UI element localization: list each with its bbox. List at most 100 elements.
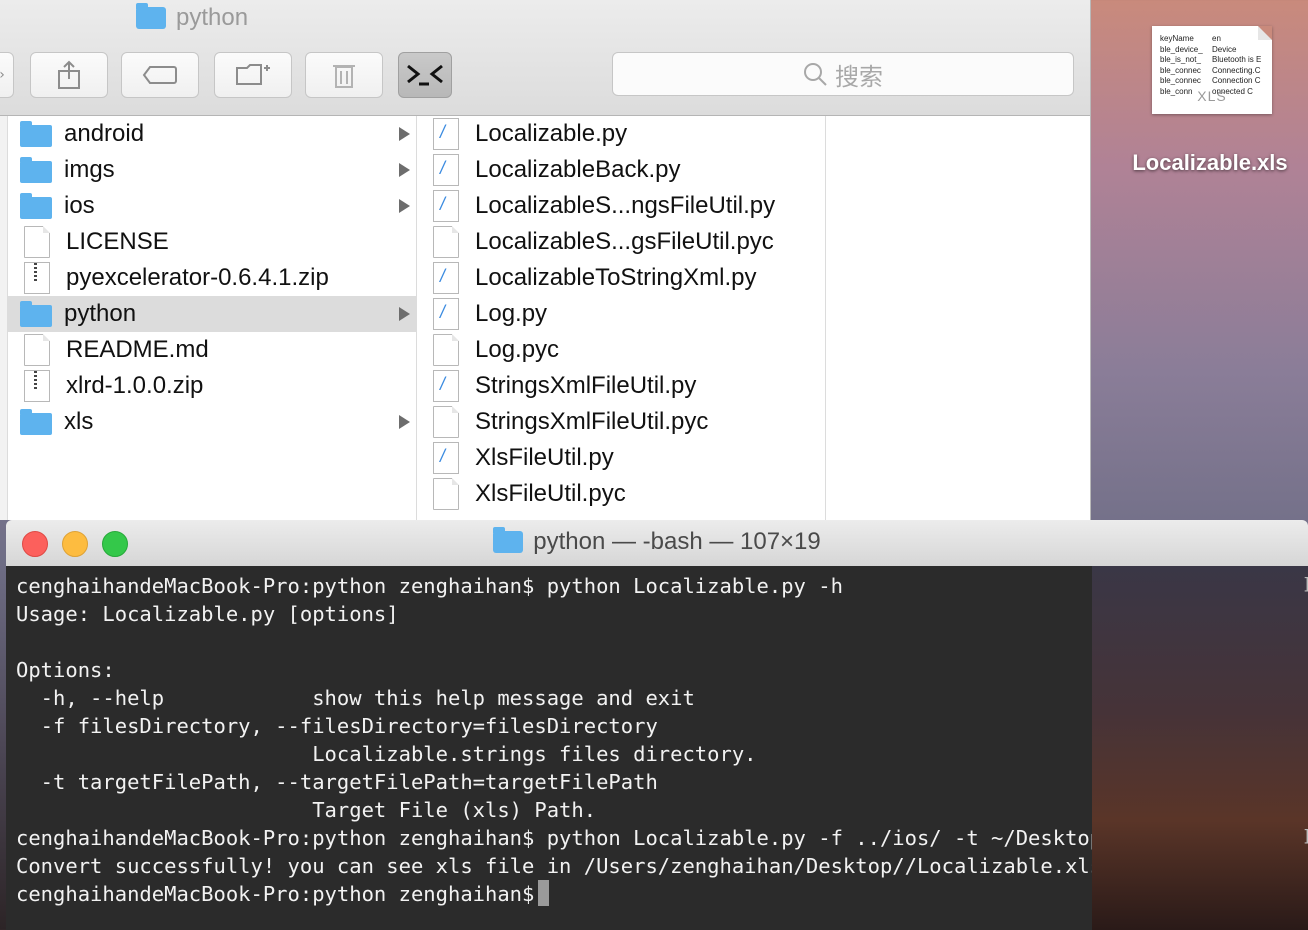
chevron-right-icon [399, 199, 410, 213]
folder-icon [20, 409, 52, 435]
finder-toolbar: python › [0, 0, 1090, 116]
preview-cell: ble_is_not_ [1160, 55, 1201, 64]
file-name: LocalizableBack.py [475, 156, 681, 183]
terminal-line-text: cenghaihandeMacBook-Pro:python zenghaiha… [16, 826, 1115, 850]
chevron-down-icon: › [0, 67, 5, 83]
terminal-line: Localizable.strings files directory. [16, 740, 1092, 768]
terminal-line-text: Target File (xls) Path. [16, 798, 597, 822]
terminal-line-text: Options: [16, 658, 115, 682]
finder-row[interactable]: StringsXmlFileUtil.py [417, 368, 825, 404]
python-file-icon [433, 154, 459, 186]
terminal-line-text: -h, --help show this help message and ex… [16, 686, 695, 710]
finder-row[interactable]: Log.py [417, 296, 825, 332]
finder-row[interactable]: XlsFileUtil.py [417, 440, 825, 476]
terminal-content[interactable]: cenghaihandeMacBook-Pro:python zenghaiha… [6, 566, 1114, 930]
chevron-right-icon [399, 127, 410, 141]
search-placeholder: 搜索 [835, 62, 883, 91]
terminal-title-text: python — -bash — 107×19 [533, 528, 821, 555]
open-terminal-button[interactable] [398, 52, 452, 98]
terminal-line-text: cenghaihandeMacBook-Pro:python zenghaiha… [16, 882, 535, 906]
new-folder-button[interactable] [214, 52, 292, 98]
terminal-line: Usage: Localizable.py [options] [16, 600, 1092, 628]
search-icon [804, 63, 827, 86]
preview-cell: ble_connec [1160, 65, 1201, 75]
document-icon [24, 226, 50, 258]
finder-row[interactable]: ios [8, 188, 416, 224]
file-type-tag: XLS [1197, 88, 1227, 104]
finder-row[interactable]: imgs [8, 152, 416, 188]
document-icon [433, 226, 459, 258]
finder-row[interactable]: python [8, 296, 416, 332]
file-name: Log.py [475, 300, 548, 327]
terminal-line: cenghaihandeMacBook-Pro:python zenghaiha… [16, 880, 1092, 908]
folder-icon [20, 301, 52, 327]
terminal-window: python — -bash — 107×19 cenghaihandeMacB… [6, 520, 1308, 930]
desktop-file-thumbnail[interactable]: keyName en ble_device_ Device ble_is_not_ Blu… [1152, 26, 1272, 114]
file-name: xls [64, 408, 94, 435]
file-name: android [64, 120, 145, 147]
chevron-right-icon [399, 163, 410, 177]
finder-row[interactable]: Localizable.py [417, 116, 825, 152]
terminal-line-text: cenghaihandeMacBook-Pro:python zenghaiha… [16, 574, 843, 598]
finder-row[interactable]: LICENSE [8, 224, 416, 260]
tags-button[interactable] [121, 52, 199, 98]
file-name: python [64, 300, 137, 327]
terminal-line: Target File (xls) Path. [16, 796, 1092, 824]
finder-row[interactable]: StringsXmlFileUtil.pyc [417, 404, 825, 440]
chevron-right-icon [399, 415, 410, 429]
trash-icon [333, 65, 355, 88]
terminal-line: -f filesDirectory, --filesDirectory=file… [16, 712, 1092, 740]
desktop-file-label[interactable]: Localizable.xls [1100, 150, 1308, 176]
finder-row[interactable]: xls [8, 404, 416, 440]
preview-cell: Bluetooth is E [1212, 55, 1262, 64]
python-file-icon [433, 370, 459, 402]
share-button[interactable] [30, 52, 108, 98]
python-file-icon [433, 190, 459, 222]
python-file-icon [433, 298, 459, 330]
terminal-line: Convert successfully! you can see xls fi… [16, 852, 1102, 880]
finder-row[interactable]: pyexcelerator-0.6.4.1.zip [8, 260, 416, 296]
python-file-icon [433, 118, 459, 150]
terminal-icon [407, 64, 443, 86]
terminal-line-text: Usage: Localizable.py [options] [16, 602, 399, 626]
file-name: pyexcelerator-0.6.4.1.zip [66, 264, 329, 291]
preview-cell: ble_device_ [1160, 44, 1203, 54]
finder-row[interactable]: android [8, 116, 416, 152]
share-icon [58, 60, 80, 89]
preview-row: ble_connec Connection C [1160, 76, 1272, 87]
finder-column-python: Localizable.py LocalizableBack.py Localiza… [417, 116, 826, 520]
finder-title-text: python [176, 4, 249, 31]
terminal-line-text: Localizable.strings files directory. [16, 742, 757, 766]
finder-row[interactable]: README.md [8, 332, 416, 368]
preview-row: ble_connec Connecting.C [1160, 66, 1272, 77]
terminal-line-text: -t targetFilePath, --targetFilePath=targ… [16, 770, 658, 794]
file-name: README.md [66, 336, 209, 363]
finder-row[interactable]: Log.pyc [417, 332, 825, 368]
view-options-button[interactable]: › [0, 52, 14, 98]
document-icon [24, 334, 50, 366]
finder-title: python [136, 3, 249, 32]
finder-column-parent: android imgs ios LICENSE pyexcelerator-0.6.4… [8, 116, 417, 520]
document-icon [433, 478, 459, 510]
search-field[interactable]: 搜索 [612, 52, 1074, 96]
finder-window: python › [0, 0, 1091, 520]
new-folder-icon [236, 64, 270, 85]
terminal-titlebar[interactable]: python — -bash — 107×19 [6, 520, 1308, 567]
finder-row[interactable]: LocalizableS...gsFileUtil.pyc [417, 224, 825, 260]
tag-icon [142, 66, 177, 84]
file-name: StringsXmlFileUtil.pyc [475, 408, 709, 435]
file-name: LocalizableS...ngsFileUtil.py [475, 192, 776, 219]
finder-row[interactable]: LocalizableS...ngsFileUtil.py [417, 188, 825, 224]
finder-row[interactable]: xlrd-1.0.0.zip [8, 368, 416, 404]
terminal-title: python — -bash — 107×19 [6, 527, 1308, 556]
preview-cell: Connection C [1212, 76, 1261, 85]
text-cursor [538, 880, 550, 906]
finder-row[interactable]: XlsFileUtil.pyc [417, 476, 825, 512]
file-name: ios [64, 192, 95, 219]
finder-row[interactable]: LocalizableToStringXml.py [417, 260, 825, 296]
folder-icon [493, 527, 524, 553]
file-name: LICENSE [66, 228, 169, 255]
delete-button[interactable] [305, 52, 383, 98]
finder-row[interactable]: LocalizableBack.py [417, 152, 825, 188]
